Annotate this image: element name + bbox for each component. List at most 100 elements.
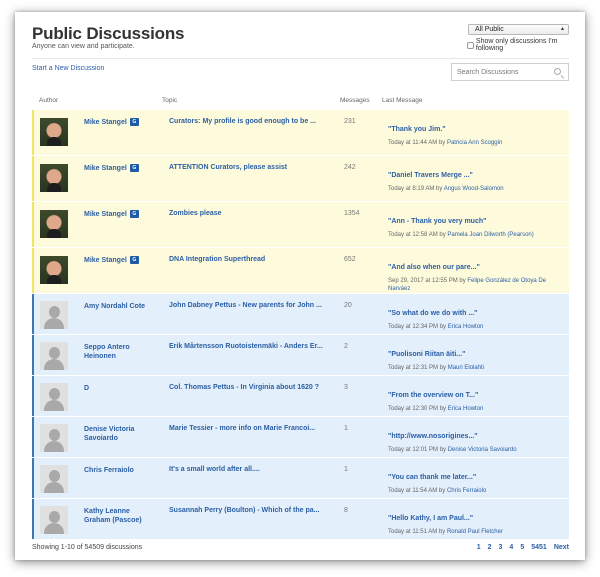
topic-link[interactable]: Zombies please xyxy=(169,210,339,217)
author-link[interactable]: Mike Stangel xyxy=(84,165,127,172)
last-message-link[interactable]: "You can thank me later..." xyxy=(388,474,476,481)
last-message-link[interactable]: "Daniel Travers Merge ..." xyxy=(388,172,473,179)
last-message-author-link[interactable]: Mauri Elolahti xyxy=(448,365,484,371)
last-message-meta: Sep 29, 2017 at 12:55 PM by Felipe Gonzá… xyxy=(388,277,558,293)
follow-only-toggle[interactable]: Show only discussions I'm following xyxy=(467,38,585,52)
page-link[interactable]: 5451 xyxy=(531,544,547,551)
default-avatar-icon[interactable] xyxy=(40,383,68,411)
last-message-author-link[interactable]: Erica Howton xyxy=(448,406,484,412)
last-message-author-link[interactable]: Patricia Ann Scoggin xyxy=(447,140,502,146)
page-link[interactable]: 1 xyxy=(477,544,481,551)
author-avatar[interactable] xyxy=(40,118,68,146)
topic-link[interactable]: ATTENTION Curators, please assist xyxy=(169,164,339,171)
last-message-author-link[interactable]: Ronald Paul Fletcher xyxy=(447,529,503,535)
message-count: 2 xyxy=(344,343,348,350)
last-message-link[interactable]: "Thank you Jim." xyxy=(388,126,446,133)
discussion-row[interactable]: Denise Victoria Savoiardo Marie Tessier -… xyxy=(32,417,569,457)
last-message-time: Today at 11:44 AM by xyxy=(388,140,447,146)
author-link[interactable]: Mike Stangel xyxy=(84,257,127,264)
topic-link[interactable]: John Dabney Pettus - New parents for Joh… xyxy=(169,302,339,309)
message-count: 3 xyxy=(344,384,348,391)
last-message-link[interactable]: "So what do we do with ..." xyxy=(388,310,477,317)
last-message-time: Today at 12:58 AM by xyxy=(388,232,448,238)
discussion-row[interactable]: Kathy Leanne Graham (Pascoe) Susannah Per… xyxy=(32,499,569,539)
last-message-meta: Today at 12:34 PM by Erica Howton xyxy=(388,323,558,331)
page-link[interactable]: 5 xyxy=(520,544,524,551)
search-icon[interactable] xyxy=(554,68,561,75)
last-message-author-link[interactable]: Erica Howton xyxy=(448,324,484,330)
default-avatar-icon[interactable] xyxy=(40,342,68,370)
genealogist-badge-icon: G xyxy=(129,256,139,264)
topic-link[interactable]: Erik Mårtensson Ruotoistenmäki - Anders … xyxy=(169,343,339,350)
last-message-author-link[interactable]: Denise Victoria Savoiardo xyxy=(448,447,517,453)
last-message-link[interactable]: "Puolisoni Riitan äiti..." xyxy=(388,351,465,358)
search-input[interactable]: Search Discussions xyxy=(451,63,569,81)
last-message-author-link[interactable]: Angus Wood-Salomon xyxy=(444,186,504,192)
author-cell: Denise Victoria Savoiardo xyxy=(84,425,154,443)
follow-only-checkbox[interactable] xyxy=(467,41,474,49)
author-link[interactable]: Mike Stangel xyxy=(84,119,127,126)
author-cell: D xyxy=(84,384,154,393)
author-link[interactable]: D xyxy=(84,385,89,392)
default-avatar-icon[interactable] xyxy=(40,465,68,493)
default-avatar-icon[interactable] xyxy=(40,301,68,329)
last-message-link[interactable]: "And also when our pare..." xyxy=(388,264,480,271)
discussion-row[interactable]: Mike Stangel G DNA Integration Superthread… xyxy=(32,248,569,293)
author-avatar[interactable] xyxy=(40,256,68,284)
default-avatar-icon[interactable] xyxy=(40,506,68,534)
last-message-link[interactable]: "Hello Kathy, I am Paul..." xyxy=(388,515,473,522)
topic-link[interactable]: Marie Tessier - more info on Marie Franc… xyxy=(169,425,339,432)
follow-only-label: Show only discussions I'm following xyxy=(475,38,558,52)
discussions-panel: Public Discussions Anyone can view and p… xyxy=(15,12,585,560)
column-header-author: Author xyxy=(39,97,59,104)
last-message-time: Today at 12:31 PM by xyxy=(388,365,448,371)
default-avatar-icon[interactable] xyxy=(40,424,68,452)
topic-link[interactable]: Col. Thomas Pettus - In Virginia about 1… xyxy=(169,384,339,391)
next-page-link[interactable]: Next xyxy=(554,544,569,551)
last-message-meta: Today at 11:51 AM by Ronald Paul Fletche… xyxy=(388,528,558,536)
author-link[interactable]: Seppo Antero Heinonen xyxy=(84,344,130,360)
author-cell: Seppo Antero Heinonen xyxy=(84,343,154,361)
discussion-row[interactable]: D Col. Thomas Pettus - In Virginia about … xyxy=(32,376,569,416)
author-avatar[interactable] xyxy=(40,164,68,192)
topic-link[interactable]: Susannah Perry (Boulton) - Which of the … xyxy=(169,507,339,514)
author-link[interactable]: Mike Stangel xyxy=(84,211,127,218)
author-avatar[interactable] xyxy=(40,210,68,238)
message-count: 1 xyxy=(344,425,348,432)
topic-link[interactable]: It's a small world after all.... xyxy=(169,466,339,473)
search-placeholder: Search Discussions xyxy=(457,69,519,76)
last-message-link[interactable]: "Ann - Thank you very much" xyxy=(388,218,486,225)
last-message-link[interactable]: "From the overview on T..." xyxy=(388,392,478,399)
topic-link[interactable]: DNA Integration Superthread xyxy=(169,256,339,263)
last-message-cell: "Daniel Travers Merge ..." Today at 8:19 … xyxy=(388,164,558,193)
author-link[interactable]: Amy Nordahl Cote xyxy=(84,303,145,310)
page-link[interactable]: 2 xyxy=(488,544,492,551)
page-link[interactable]: 3 xyxy=(499,544,503,551)
last-message-author-link[interactable]: Chris Ferraiolo xyxy=(447,488,486,494)
discussion-row[interactable]: Amy Nordahl Cote John Dabney Pettus - New… xyxy=(32,294,569,334)
last-message-meta: Today at 12:31 PM by Mauri Elolahti xyxy=(388,364,558,372)
discussion-row[interactable]: Mike Stangel G Curators: My profile is goo… xyxy=(32,110,569,155)
page-subtitle: Anyone can view and participate. xyxy=(32,43,135,50)
last-message-author-link[interactable]: Pamela Joan Dilworth (Pearson) xyxy=(447,232,533,238)
discussion-filter-select[interactable]: All Public ▴ xyxy=(468,24,569,35)
last-message-meta: Today at 12:30 PM by Erica Howton xyxy=(388,405,558,413)
discussion-row[interactable]: Mike Stangel G Zombies please 1354 "Ann - Th… xyxy=(32,202,569,247)
last-message-link[interactable]: "http://www.nosorigines..." xyxy=(388,433,478,440)
column-header-topic: Topic xyxy=(162,97,178,104)
last-message-time: Today at 12:01 PM by xyxy=(388,447,448,453)
author-link[interactable]: Kathy Leanne Graham (Pascoe) xyxy=(84,508,142,524)
topic-link[interactable]: Curators: My profile is good enough to b… xyxy=(169,118,339,125)
results-count: Showing 1-10 of 54509 discussions xyxy=(32,544,143,551)
discussion-row[interactable]: Seppo Antero Heinonen Erik Mårtensson Ruo… xyxy=(32,335,569,375)
discussion-row[interactable]: Mike Stangel G ATTENTION Curators, please … xyxy=(32,156,569,201)
start-new-discussion-link[interactable]: Start a New Discussion xyxy=(32,65,104,72)
last-message-cell: "Ann - Thank you very much" Today at 12:5… xyxy=(388,210,558,239)
author-link[interactable]: Denise Victoria Savoiardo xyxy=(84,426,134,442)
discussion-row[interactable]: Chris Ferraiolo It's a small world after … xyxy=(32,458,569,498)
last-message-cell: "From the overview on T..." Today at 12:3… xyxy=(388,384,558,413)
author-link[interactable]: Chris Ferraiolo xyxy=(84,467,134,474)
page-link[interactable]: 4 xyxy=(509,544,513,551)
genealogist-badge-icon: G xyxy=(129,164,139,172)
message-count: 652 xyxy=(344,256,356,263)
